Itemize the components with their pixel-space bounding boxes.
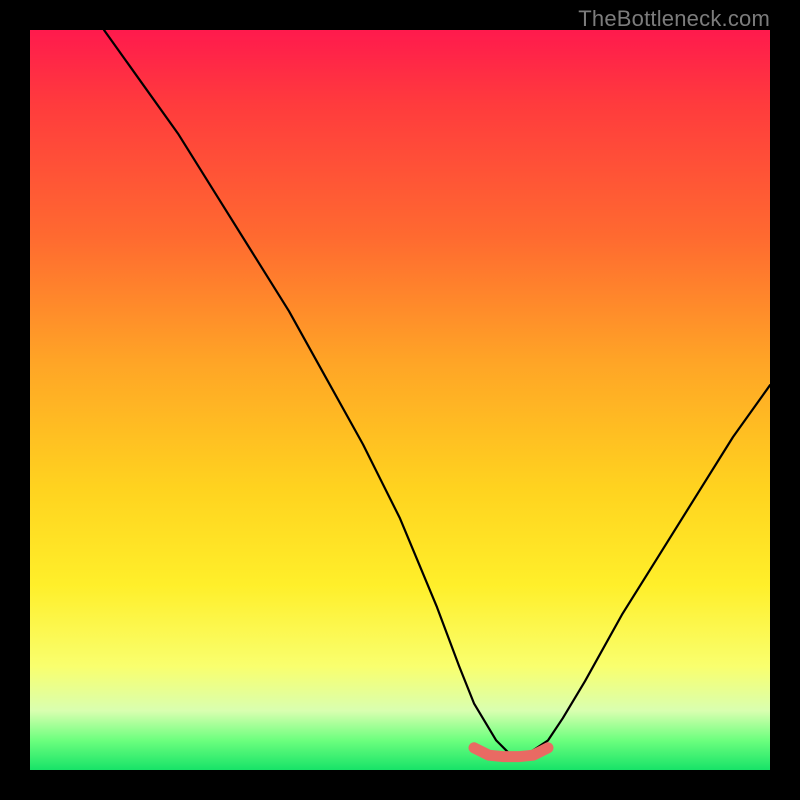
watermark-label: TheBottleneck.com [578, 6, 770, 32]
chart-frame: TheBottleneck.com [0, 0, 800, 800]
plot-area [30, 30, 770, 770]
flat-band-path [474, 748, 548, 757]
main-curve-path [104, 30, 770, 755]
curve-layer [30, 30, 770, 770]
